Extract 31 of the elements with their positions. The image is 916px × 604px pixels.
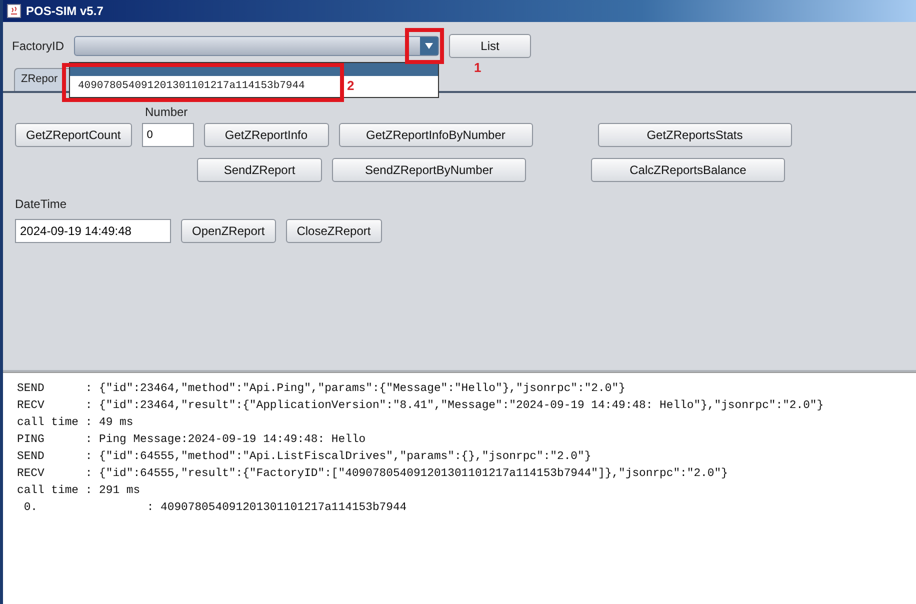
action-button[interactable]: SendZReport xyxy=(197,158,322,182)
highlight-frame xyxy=(405,28,444,64)
number-field[interactable]: 0 xyxy=(142,123,194,147)
log-line: RECV : {"id":64555,"result":{"FactoryID":["409078054091201301101217a114153b7944"]},"jsonrpc":"2.0"} xyxy=(17,466,728,482)
action-button[interactable]: GetZReportInfoByNumber xyxy=(338,123,533,147)
log-line: 0. : 409078054091201301101217a114153b7944 xyxy=(22,500,407,516)
action-button[interactable]: CalcZReportsBalance xyxy=(591,158,785,182)
factory-dropdown[interactable] xyxy=(74,36,440,56)
action-button[interactable]: GetZReportInfo xyxy=(204,123,329,147)
list-button[interactable]: List xyxy=(449,34,532,58)
log-line: SEND : {"id":64555,"method":"Api.ListFiscalDrives","params":{},"jsonrpc":"2.0"} xyxy=(17,450,592,465)
action-button[interactable]: GetZReportsStats xyxy=(598,123,792,147)
action-button[interactable]: OpenZReport xyxy=(181,219,276,243)
field-label: DateTime xyxy=(15,197,67,211)
window-title: POS-SIM v5.7 xyxy=(26,4,104,18)
log-line: PING : Ping Message:2024-09-19 14:49:48: Hello xyxy=(17,432,366,448)
datetime-field[interactable]: 2024-09-19 14:49:48 xyxy=(15,219,171,243)
log-line: SEND : {"id":23464,"method":"Api.Ping","params":{"Message":"Hello"},"jsonrpc":"2.0"} xyxy=(17,382,626,397)
log-line: call time : 49 ms xyxy=(17,416,134,431)
action-button[interactable]: SendZReportByNumber xyxy=(332,158,526,182)
action-button[interactable]: GetZReportCount xyxy=(15,123,132,147)
dropdown-arrow-icon xyxy=(425,43,434,49)
field-label: Number xyxy=(145,105,188,119)
field-label: FactoryID xyxy=(12,39,64,53)
app-icon xyxy=(7,4,21,18)
action-button[interactable]: CloseZReport xyxy=(286,219,382,243)
log-line: RECV : {"id":23464,"result":{"ApplicationVersion":"8.41","Message":"2024-09-19 14:49:48: Hello"},"jsonrpc":"2.0"} xyxy=(17,398,824,414)
annotation-number: 1 xyxy=(474,60,482,75)
dropdown-option[interactable]: 409078054091201301101217a114153b7944 xyxy=(78,80,305,92)
annotation-number: 2 xyxy=(347,78,354,93)
log-line: call time : 291 ms xyxy=(17,484,140,499)
